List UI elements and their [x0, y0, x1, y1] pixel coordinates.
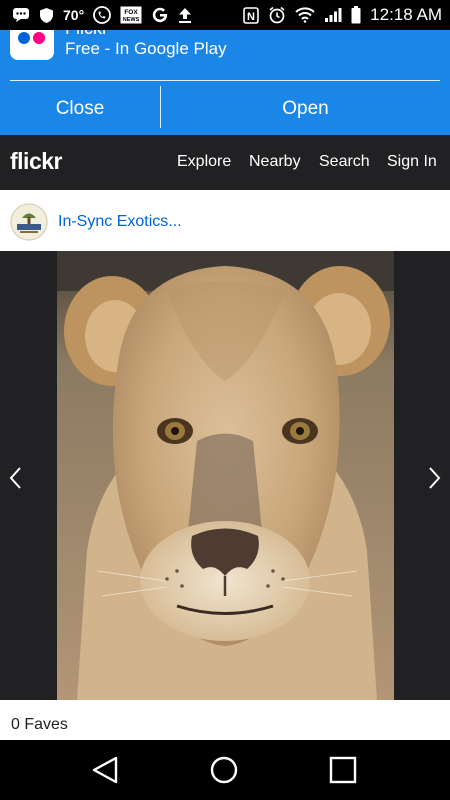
status-icons-right: N 12:18 AM: [243, 5, 442, 25]
flickr-pink-dot: [33, 32, 45, 44]
shield-icon: [39, 7, 54, 24]
battery-icon: [351, 6, 361, 24]
owner-name-link[interactable]: In-Sync Exotics...: [58, 213, 182, 231]
banner-subtitle: Free - In Google Play: [65, 39, 227, 58]
nfc-icon: N: [243, 6, 259, 24]
chevron-right-icon: [429, 467, 441, 489]
previous-photo-arrow[interactable]: [0, 461, 30, 495]
next-photo-arrow[interactable]: [420, 461, 450, 495]
photo-owner-row: In-Sync Exotics...: [0, 190, 450, 251]
flickr-blue-dot: [18, 32, 30, 44]
flickr-navbar: flickr Explore Nearby Search Sign In: [0, 135, 450, 190]
wifi-icon: [295, 7, 315, 23]
faves-count: 0 Faves: [11, 716, 68, 733]
svg-text:N: N: [247, 11, 255, 23]
status-bar: 70° FOX NEWS N 12:18 AM: [0, 0, 450, 30]
signal-icon: [324, 7, 342, 23]
svg-text:FOX: FOX: [124, 9, 138, 16]
home-icon[interactable]: [207, 754, 241, 786]
alarm-icon: [268, 6, 286, 24]
google-icon: [151, 6, 169, 24]
owner-avatar[interactable]: [10, 203, 48, 241]
banner-divider: [10, 80, 440, 81]
recents-icon[interactable]: [326, 754, 360, 786]
clock-text: 12:18 AM: [370, 5, 442, 24]
banner-app-name: Flickr: [65, 30, 108, 39]
nav-explore[interactable]: Explore: [177, 153, 231, 171]
flickr-logo[interactable]: flickr: [10, 148, 62, 175]
upload-icon: [178, 7, 192, 24]
nav-search[interactable]: Search: [319, 153, 370, 171]
back-icon[interactable]: [88, 754, 122, 786]
temperature-text: 70°: [63, 7, 85, 23]
flickr-app-icon: [10, 30, 54, 60]
app-install-banner: Flickr Free - In Google Play Close Open: [0, 30, 450, 135]
nav-nearby[interactable]: Nearby: [249, 153, 301, 171]
messenger-icon: [12, 7, 30, 23]
chevron-left-icon: [9, 467, 21, 489]
open-button[interactable]: Open: [161, 82, 450, 135]
android-navigation-bar: [0, 740, 450, 800]
svg-text:NEWS: NEWS: [123, 17, 140, 23]
phone-icon: [93, 6, 112, 24]
photo-viewer: [0, 251, 450, 700]
status-icons-left: 70° FOX NEWS: [12, 6, 192, 24]
lioness-photo[interactable]: [57, 251, 394, 700]
nav-sign-in[interactable]: Sign In: [387, 153, 437, 171]
close-button[interactable]: Close: [0, 82, 160, 135]
faves-row: 0 Faves: [0, 700, 450, 740]
news-icon: FOX NEWS: [120, 6, 142, 24]
